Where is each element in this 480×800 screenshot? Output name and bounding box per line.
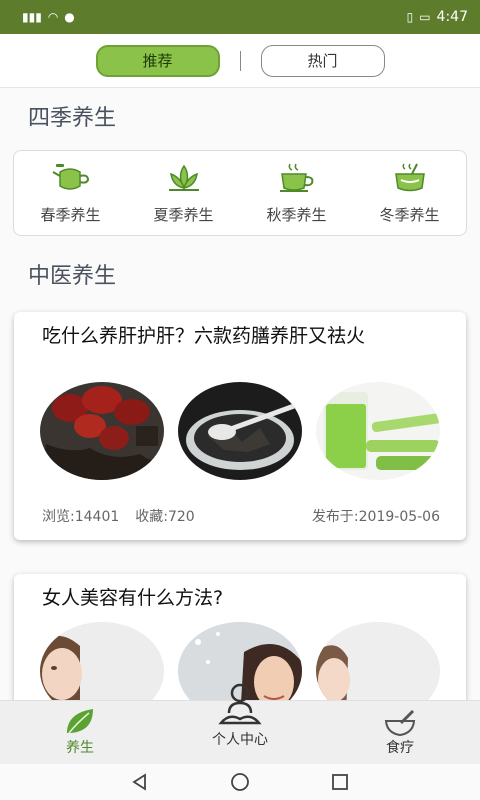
season-label: 春季养生 <box>40 205 101 224</box>
lotus-icon <box>168 164 199 191</box>
system-nav-bar <box>0 764 480 800</box>
nav-item-diet-therapy[interactable]: 食疗 <box>364 709 436 757</box>
tea-cup-icon <box>279 163 313 192</box>
leaf-icon <box>67 709 93 734</box>
article-thumbnail-celery-juice <box>316 382 440 480</box>
section-title-tcm: 中医养生 <box>28 264 117 289</box>
article-thumbnail-woman-1 <box>40 622 164 700</box>
nav-label: 养生 <box>66 740 94 756</box>
hot-pot-icon <box>394 163 425 191</box>
article-title: 女人美容有什么方法? <box>42 587 224 609</box>
back-icon[interactable] <box>130 772 150 792</box>
wifi-icon: ◠ <box>47 10 59 24</box>
tab-popular[interactable]: 热门 <box>260 44 385 77</box>
nav-label: 食疗 <box>386 740 414 756</box>
season-item-summer[interactable]: 夏季养生 <box>134 162 234 225</box>
content-scroll-area[interactable]: 四季养生 春季养生 夏季养生 秋季养生 冬季养生 中医养生 吃什么养肝护肝？六款… <box>0 88 480 700</box>
article-card[interactable]: 吃什么养肝护肝？六款药膳养肝又祛火 浏览:14401 收藏:720 发布于:20… <box>14 312 466 540</box>
top-tab-bar: 推荐 热门 <box>0 34 480 88</box>
section-title-seasons: 四季养生 <box>28 106 117 131</box>
season-item-autumn[interactable]: 秋季养生 <box>247 162 347 225</box>
article-title: 吃什么养肝护肝？六款药膳养肝又祛火 <box>42 325 366 347</box>
nav-item-profile[interactable]: 个人中心 <box>196 683 284 749</box>
teapot-icon <box>52 163 89 190</box>
home-icon[interactable] <box>230 772 250 792</box>
tab-recommend[interactable]: 推荐 <box>95 44 220 77</box>
publish-date: 发布于:2019-05-06 <box>311 509 440 525</box>
meditation-icon <box>218 683 262 725</box>
nav-label: 个人中心 <box>212 732 268 748</box>
season-label: 冬季养生 <box>379 205 440 224</box>
sync-icon: ● <box>64 10 75 24</box>
mortar-icon <box>384 709 416 737</box>
season-item-winter[interactable]: 冬季养生 <box>360 162 460 225</box>
season-item-spring[interactable]: 春季养生 <box>21 162 121 225</box>
article-thumbnail-dates <box>40 382 164 480</box>
recents-icon[interactable] <box>330 772 350 792</box>
battery-icon: ▭ <box>419 10 431 24</box>
status-bar: ▮▮▮ ◠ ● ▯ ▭ 4:47 <box>0 0 480 34</box>
bottom-navigation: 养生 个人中心 食疗 <box>0 683 480 764</box>
article-meta: 浏览:14401 收藏:720 发布于:2019-05-06 <box>42 506 440 526</box>
nav-item-wellness[interactable]: 养生 <box>44 707 116 757</box>
clock: 4:47 <box>436 9 468 25</box>
article-card[interactable]: 女人美容有什么方法? <box>14 574 466 700</box>
favorite-count: 收藏:720 <box>135 509 195 525</box>
article-thumbnail-woman-3 <box>316 622 440 700</box>
season-card: 春季养生 夏季养生 秋季养生 冬季养生 <box>13 150 467 236</box>
season-label: 夏季养生 <box>153 205 214 224</box>
vibrate-icon: ▯ <box>406 10 414 24</box>
tab-divider <box>239 50 241 71</box>
article-thumbnail-jelly <box>178 382 302 480</box>
view-count: 浏览:14401 <box>42 509 120 525</box>
season-label: 秋季养生 <box>266 205 327 224</box>
signal-icon: ▮▮▮ <box>22 10 42 24</box>
